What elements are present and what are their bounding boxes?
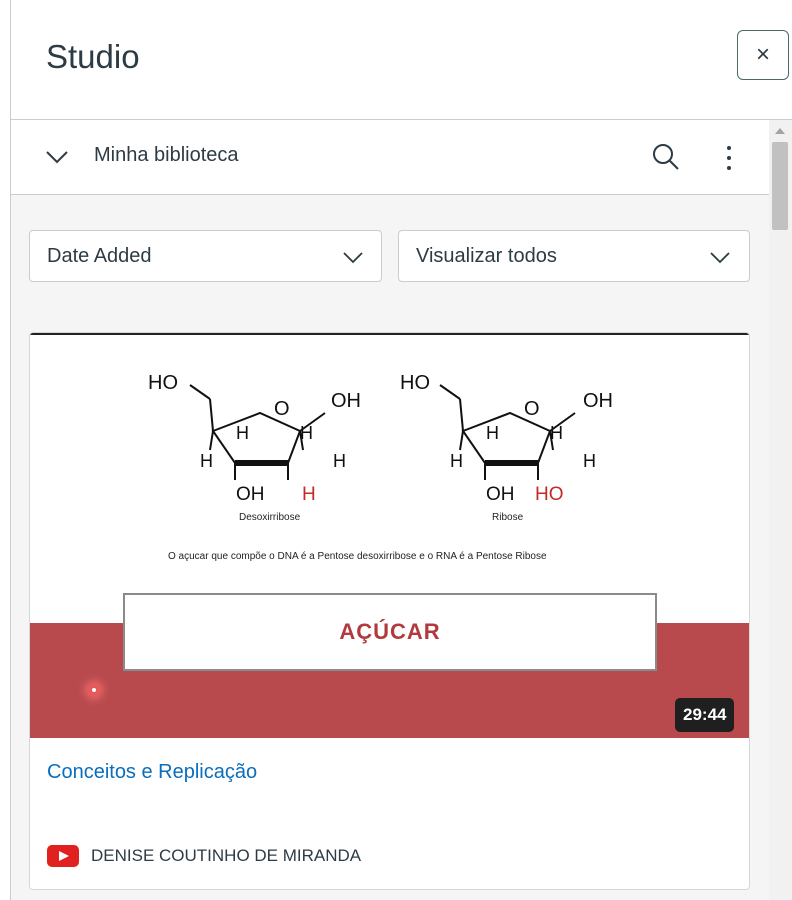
video-owner: DENISE COUTINHO DE MIRANDA xyxy=(91,846,362,865)
sort-select-value: Date Added xyxy=(47,245,152,267)
svg-text:H: H xyxy=(583,451,596,471)
svg-text:HO: HO xyxy=(400,372,430,394)
video-title-link[interactable]: Conceitos e Replicação xyxy=(47,761,257,784)
svg-text:H: H xyxy=(486,423,499,443)
cursor-indicator xyxy=(87,683,101,697)
ribose-molecule: HO OH O H H H H OH HO Ribose xyxy=(400,372,613,523)
svg-text:H: H xyxy=(450,451,463,471)
svg-text:H: H xyxy=(302,484,316,505)
scroll-up-icon[interactable] xyxy=(775,128,785,134)
view-filter-select[interactable]: Visualizar todos xyxy=(398,230,750,282)
chevron-down-icon[interactable] xyxy=(44,144,70,170)
close-icon: × xyxy=(755,41,770,68)
more-options-icon[interactable] xyxy=(719,142,739,174)
close-button[interactable]: × xyxy=(737,30,789,80)
svg-text:H: H xyxy=(550,423,563,443)
app-title: Studio xyxy=(46,38,140,75)
youtube-icon xyxy=(47,845,79,867)
svg-text:H: H xyxy=(200,451,213,471)
scrollbar-thumb[interactable] xyxy=(772,142,788,230)
desoxirribose-molecule: HO OH O H H H H OH H Desoxirribose xyxy=(148,372,361,523)
view-filter-value: Visualizar todos xyxy=(416,245,557,267)
sort-select[interactable]: Date Added xyxy=(29,230,382,282)
svg-text:OH: OH xyxy=(236,484,265,505)
thumbnail-banner-text: AÇÚCAR xyxy=(123,593,657,671)
video-card[interactable]: HO OH O H H H H OH H Desoxirribose HO OH… xyxy=(29,332,750,890)
label-ho: HO xyxy=(148,372,178,394)
svg-text:HO: HO xyxy=(535,484,564,505)
video-source: DENISE COUTINHO DE MIRANDA xyxy=(47,845,361,867)
desoxirribose-label: Desoxirribose xyxy=(239,512,301,523)
thumbnail-description: O açucar que compõe o DNA é a Pentose de… xyxy=(168,551,547,562)
label-oh: OH xyxy=(331,390,361,412)
svg-text:H: H xyxy=(236,423,249,443)
scrollbar[interactable] xyxy=(769,120,792,900)
ribose-label: Ribose xyxy=(492,512,524,523)
svg-text:O: O xyxy=(524,398,540,420)
sugar-molecules-diagram: HO OH O H H H H OH H Desoxirribose HO OH… xyxy=(148,372,613,523)
chevron-down-icon xyxy=(343,252,363,264)
search-icon[interactable] xyxy=(651,142,681,172)
svg-text:OH: OH xyxy=(583,390,613,412)
video-duration-badge: 29:44 xyxy=(675,698,735,732)
label-o: O xyxy=(274,398,290,420)
chevron-down-icon xyxy=(710,252,730,264)
library-content: Minha biblioteca Date Added Visualizar t… xyxy=(11,120,769,900)
library-bar: Minha biblioteca xyxy=(11,120,769,195)
svg-text:H: H xyxy=(300,423,313,443)
svg-text:H: H xyxy=(333,451,346,471)
video-thumbnail[interactable]: HO OH O H H H H OH H Desoxirribose HO OH… xyxy=(30,333,749,738)
tray-header: Studio × xyxy=(11,0,792,120)
library-label[interactable]: Minha biblioteca xyxy=(94,144,239,167)
svg-text:OH: OH xyxy=(486,484,515,505)
